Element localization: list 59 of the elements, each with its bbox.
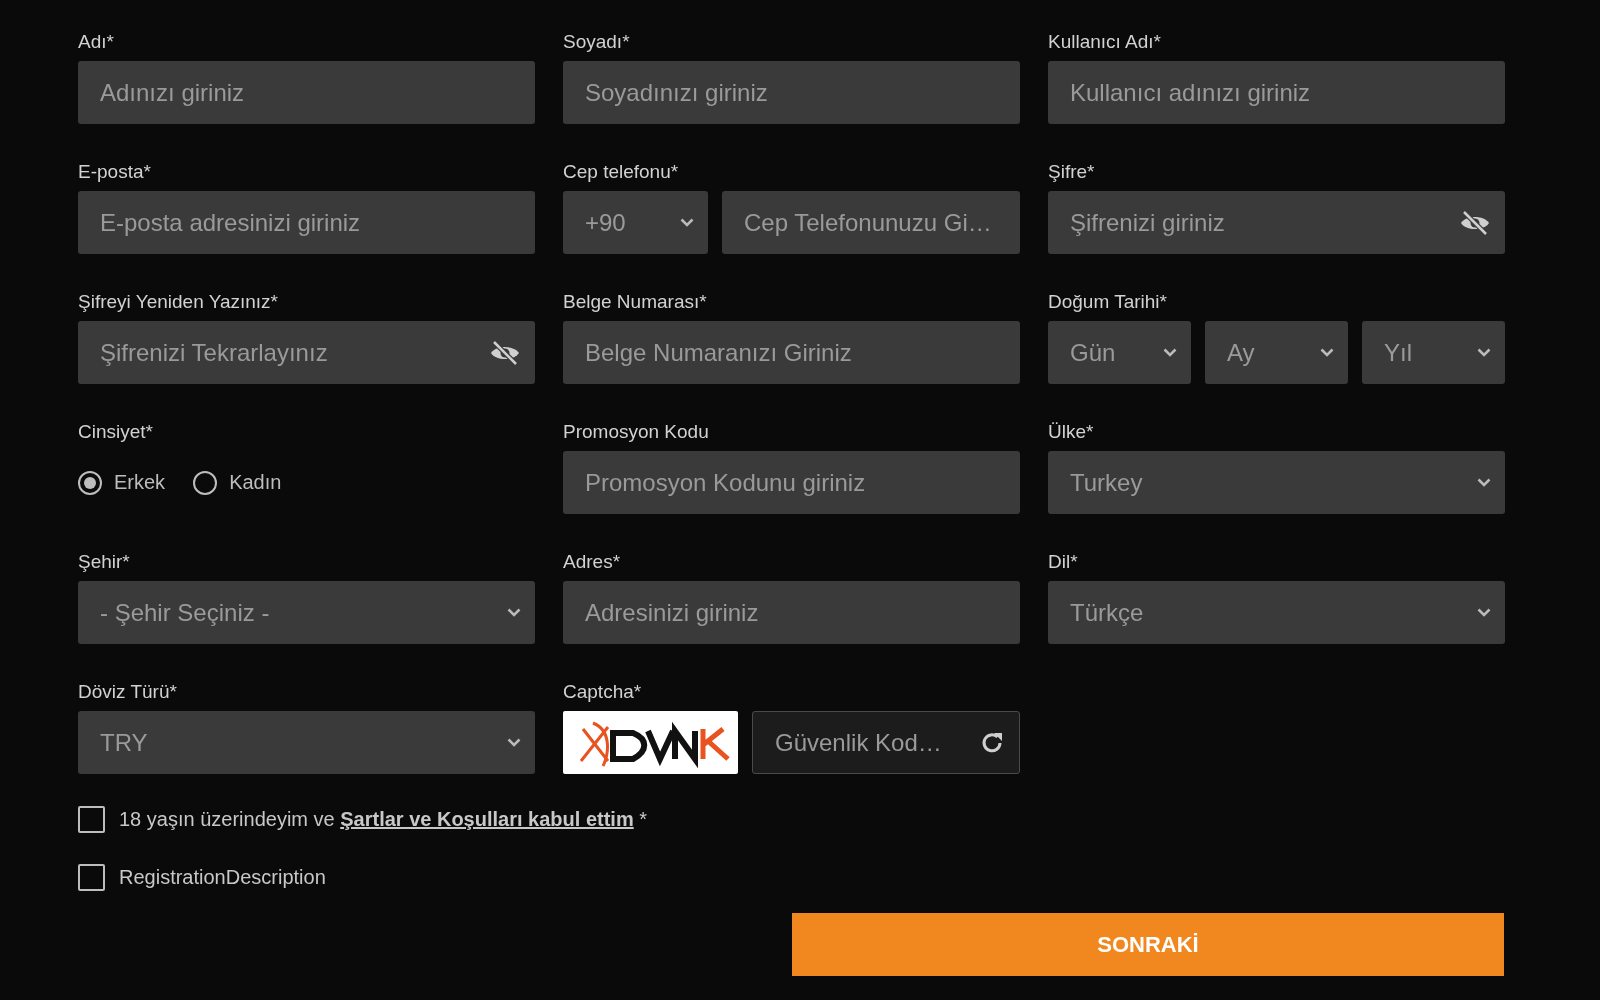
eye-slash-icon[interactable]: [1459, 209, 1491, 236]
terms-link[interactable]: Şartlar ve Koşulları kabul ettim: [340, 808, 634, 830]
field-label: Cep telefonu*: [563, 162, 679, 182]
agreement-text: RegistrationDescription: [119, 866, 326, 889]
select-field[interactable]: TRY: [78, 711, 535, 774]
chevron-icon: [1477, 478, 1491, 487]
field-label: Ülke*: [1048, 422, 1094, 442]
field-label: Adres*: [563, 552, 621, 572]
select-field[interactable]: Turkey: [1048, 451, 1505, 514]
select-field[interactable]: Türkçe: [1048, 581, 1505, 644]
field-label: Cinsiyet*: [78, 422, 153, 442]
chevron-icon: [680, 218, 694, 227]
checkbox[interactable]: [78, 806, 105, 833]
chevron-icon: [1477, 348, 1491, 357]
select-field[interactable]: Ay: [1205, 321, 1348, 384]
select-field[interactable]: - Şehir Seçiniz -: [78, 581, 535, 644]
chevron-icon: [1163, 348, 1177, 357]
text-input[interactable]: Soyadınızı giriniz: [563, 61, 1020, 124]
field-label: Şifreyi Yeniden Yazınız*: [78, 292, 278, 312]
chevron-icon: [507, 608, 521, 617]
field-label: Kullanıcı Adı*: [1048, 32, 1162, 52]
password-field[interactable]: Şifrenizi Tekrarlayınız: [78, 321, 535, 384]
captcha-input[interactable]: Güvenlik Kod…: [775, 728, 979, 757]
captcha-code-field[interactable]: Güvenlik Kod…: [752, 711, 1020, 774]
chevron-icon: [1477, 608, 1491, 617]
field-label: Captcha*: [563, 682, 642, 702]
radio-option[interactable]: Erkek: [78, 470, 166, 495]
text-input[interactable]: Adınızı giriniz: [78, 61, 535, 124]
chevron-icon: [507, 738, 521, 747]
field-label: Promosyon Kodu: [563, 422, 709, 442]
chevron-icon: [1320, 348, 1334, 357]
field-label: Soyadı*: [563, 32, 630, 52]
text-input[interactable]: Kullanıcı adınızı giriniz: [1048, 61, 1505, 124]
radio-button[interactable]: [78, 470, 102, 495]
text-input[interactable]: E-posta adresinizi giriniz: [78, 191, 535, 254]
eye-slash-icon[interactable]: [489, 339, 521, 366]
field-label: Dil*: [1048, 552, 1078, 572]
agreement-text: 18 yaşın üzerindeyim ve Şartlar ve Koşulları kabul ettim *: [119, 808, 647, 831]
select-field[interactable]: Gün: [1048, 321, 1191, 384]
select-field[interactable]: +90: [563, 191, 708, 254]
next-button[interactable]: SONRAKİ: [792, 913, 1504, 976]
text-input[interactable]: Promosyon Kodunu giriniz: [563, 451, 1020, 514]
text-input[interactable]: Adresinizi giriniz: [563, 581, 1020, 644]
phone-input[interactable]: Cep Telefonunuzu Gi…: [722, 191, 1020, 254]
field-label: Şifre*: [1048, 162, 1095, 182]
checkbox[interactable]: [78, 864, 105, 891]
radio-option[interactable]: Kadın: [193, 470, 282, 495]
field-label: Adı*: [78, 32, 114, 52]
field-label: Şehir*: [78, 552, 130, 572]
password-field[interactable]: Şifrenizi giriniz: [1048, 191, 1505, 254]
text-input[interactable]: Belge Numaranızı Giriniz: [563, 321, 1020, 384]
password-input[interactable]: Şifrenizi giriniz: [1070, 208, 1459, 237]
field-label: Döviz Türü*: [78, 682, 177, 702]
password-input[interactable]: Şifrenizi Tekrarlayınız: [100, 338, 489, 367]
field-label: Doğum Tarihi*: [1048, 292, 1167, 312]
field-label: E-posta*: [78, 162, 151, 182]
radio-button[interactable]: [193, 470, 218, 495]
select-field[interactable]: Yıl: [1362, 321, 1505, 384]
field-label: Belge Numarası*: [563, 292, 707, 312]
